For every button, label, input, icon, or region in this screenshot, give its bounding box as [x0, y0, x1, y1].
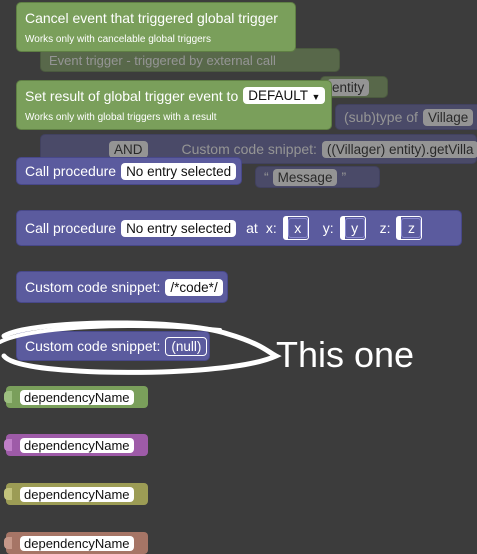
- result-dropdown-value: DEFAULT: [248, 88, 308, 103]
- dependency-name-4[interactable]: dependencyName: [20, 535, 134, 551]
- x-value[interactable]: x: [287, 218, 308, 238]
- x-slot[interactable]: x: [282, 216, 309, 240]
- entity-field[interactable]: entity: [327, 78, 370, 96]
- connector-nub: [4, 391, 12, 403]
- annotation-text: This one: [276, 334, 415, 375]
- code-snippet-field[interactable]: /*code*/: [165, 278, 223, 296]
- y-slot[interactable]: y: [339, 216, 366, 240]
- highlight-scribble: [0, 320, 282, 375]
- cancel-event-subtitle: Works only with cancelable global trigge…: [25, 33, 212, 45]
- dependency-name-3[interactable]: dependencyName: [20, 486, 134, 502]
- x-label: x:: [265, 220, 277, 236]
- cancel-event-title: Cancel event that triggered global trigg…: [25, 9, 278, 26]
- subtype-label: (sub)type of: [344, 109, 418, 125]
- set-result-title: Set result of global trigger event to: [25, 87, 239, 104]
- subtype-block[interactable]: (sub)type of Village: [335, 104, 477, 130]
- message-block[interactable]: “ Message ”: [255, 166, 380, 188]
- dependency-block-4[interactable]: dependencyName: [4, 532, 148, 554]
- dependency-name-2[interactable]: dependencyName: [20, 437, 134, 453]
- dependency-name-1[interactable]: dependencyName: [20, 389, 134, 405]
- y-label: y:: [322, 220, 334, 236]
- call-procedure-label: Call procedure: [25, 163, 117, 179]
- event-trigger-label: Event trigger - triggered by external ca…: [49, 52, 276, 68]
- dependency-block-1[interactable]: dependencyName: [4, 386, 148, 408]
- call-procedure-block[interactable]: Call procedure No entry selected: [16, 157, 242, 185]
- dependency-block-2[interactable]: dependencyName: [4, 434, 148, 456]
- subtype-field[interactable]: Village: [422, 108, 474, 126]
- z-value[interactable]: z: [401, 218, 422, 238]
- result-dropdown[interactable]: DEFAULT ▼: [243, 87, 326, 104]
- procedure-select[interactable]: No entry selected: [121, 162, 237, 180]
- snippet-bg-field[interactable]: ((Villager) entity).getVilla: [321, 140, 477, 158]
- and-field[interactable]: AND: [109, 140, 148, 158]
- code-snippet-block[interactable]: Custom code snippet: /*code*/: [16, 271, 228, 303]
- dependency-block-3[interactable]: dependencyName: [4, 483, 148, 505]
- connector-nub: [4, 537, 12, 549]
- snippet-bg-label: Custom code snippet:: [181, 141, 317, 157]
- connector-nub: [4, 488, 12, 500]
- connector-nub: [4, 439, 12, 451]
- quote-open-icon: “: [264, 169, 269, 185]
- at-label: at: [246, 220, 258, 236]
- code-snippet-label: Custom code snippet:: [25, 279, 161, 295]
- set-result-block[interactable]: Set result of global trigger event to DE…: [16, 80, 332, 130]
- procedure-at-select[interactable]: No entry selected: [121, 219, 237, 237]
- set-result-subtitle: Works only with global triggers with a r…: [25, 112, 217, 123]
- cancel-event-block[interactable]: Cancel event that triggered global trigg…: [16, 2, 296, 52]
- call-procedure-at-block[interactable]: Call procedure No entry selected at x: x…: [16, 210, 462, 246]
- message-field[interactable]: Message: [272, 168, 338, 186]
- chevron-down-icon: ▼: [311, 92, 321, 102]
- y-value[interactable]: y: [344, 218, 365, 238]
- quote-close-icon: ”: [341, 169, 347, 185]
- z-slot[interactable]: z: [396, 216, 423, 240]
- z-label: z:: [379, 220, 391, 236]
- call-procedure-at-label: Call procedure: [25, 220, 117, 236]
